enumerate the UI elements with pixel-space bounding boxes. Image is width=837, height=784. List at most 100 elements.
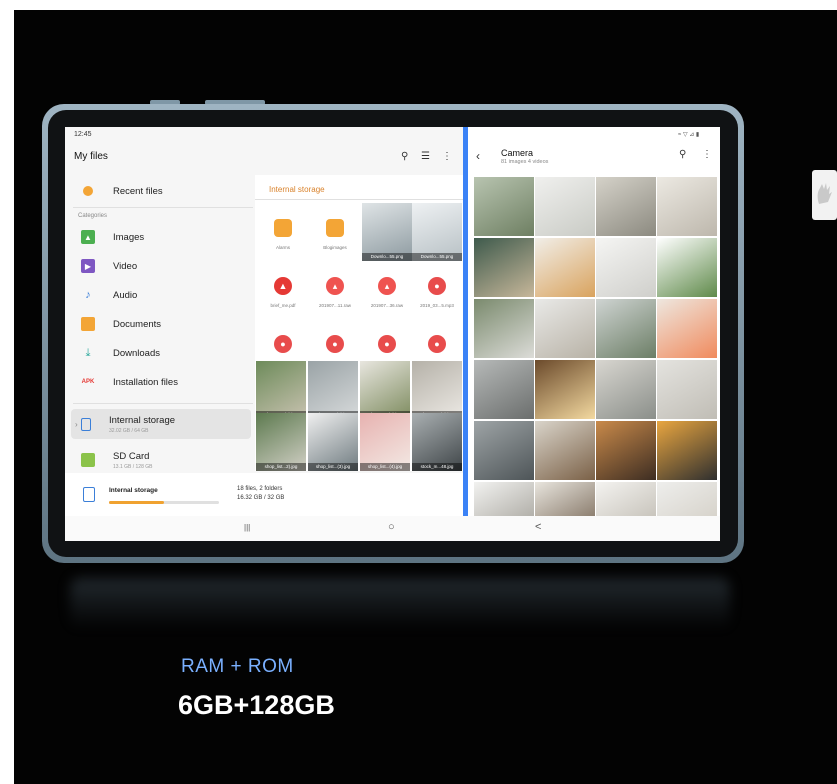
photo-grid — [474, 177, 720, 541]
photo-thumbnail[interactable] — [535, 299, 595, 358]
nav-sd-card[interactable]: SD Card 13.1 GB / 128 GB — [71, 445, 251, 475]
nav-audio[interactable]: ♪ Audio — [71, 284, 251, 306]
chevron-right-icon: › — [75, 419, 78, 429]
photo-thumbnail[interactable] — [596, 421, 656, 480]
folder-icon — [274, 219, 292, 237]
spec-label: RAM + ROM — [181, 656, 294, 677]
more-options-icon[interactable]: ⋮ — [702, 149, 712, 160]
folder-item[interactable]: Alarms — [258, 203, 308, 261]
sd-card-icon — [81, 453, 95, 467]
photo-thumbnail[interactable] — [535, 238, 595, 297]
more-options-icon[interactable]: ⋮ — [442, 151, 452, 162]
nav-recent-files[interactable]: Recent files — [71, 180, 251, 202]
image-item[interactable]: shop_list...(4).jpg — [360, 413, 410, 471]
photo-thumbnail[interactable] — [535, 177, 595, 236]
image-item[interactable]: photo_2...(3).jpg — [360, 361, 410, 419]
apk-icon: APK — [81, 379, 95, 385]
music-note-icon: ♪ — [85, 289, 91, 301]
phone-storage-icon — [81, 417, 91, 431]
image-item[interactable]: photo_0...(9).jpg — [308, 361, 358, 419]
photo-thumbnail[interactable] — [474, 360, 534, 419]
album-title: Camera — [501, 148, 534, 158]
recents-button[interactable]: ||| — [244, 523, 250, 532]
nav-documents[interactable]: Documents — [71, 313, 251, 335]
microphone-icon: ● — [428, 335, 446, 353]
photo-thumbnail[interactable] — [657, 177, 717, 236]
microphone-icon: ● — [274, 335, 292, 353]
status-icons: ≈ ▽ ⊿ ▮ — [678, 132, 700, 138]
image-item[interactable]: stock_m...48.jpg — [412, 413, 462, 471]
internal-storage-panel: Internal storage Alarms Blogimages Downl… — [255, 175, 463, 471]
app-title: My files — [74, 151, 108, 162]
photo-thumbnail[interactable] — [657, 238, 717, 297]
album-subtitle: 81 images 4 videos — [501, 159, 549, 165]
storage-size: 16.32 GB / 32 GB — [237, 495, 285, 501]
camera-pane: ≈ ▽ ⊿ ▮ ‹ Camera 81 images 4 videos ⚲ ⋮ — [468, 127, 720, 541]
storage-file-count: 18 files, 2 folders — [237, 486, 283, 492]
photo-thumbnail[interactable] — [596, 299, 656, 358]
image-item[interactable]: Downlo...55.png — [362, 203, 412, 261]
image-item[interactable]: photo_4...(9).jpg — [412, 361, 462, 419]
storage-progress-track — [109, 501, 219, 504]
home-button[interactable]: ○ — [388, 521, 395, 533]
pdf-icon: ▲ — [274, 277, 292, 295]
clock-icon — [83, 186, 93, 196]
photo-thumbnail[interactable] — [474, 177, 534, 236]
my-files-pane: 12:45 My files ⚲ ☰ ⋮ Recent files Catego… — [65, 127, 463, 516]
search-icon[interactable]: ⚲ — [679, 149, 686, 160]
back-arrow-icon[interactable]: ‹ — [476, 149, 480, 163]
photo-thumbnail[interactable] — [657, 360, 717, 419]
folder-item[interactable]: Blogimages — [310, 203, 360, 261]
video-icon: ▶ — [81, 259, 95, 273]
photo-thumbnail[interactable] — [474, 238, 534, 297]
panel-title: Internal storage — [269, 185, 325, 194]
navigation-bar: ||| ○ < — [65, 516, 720, 541]
status-time: 12:45 — [74, 131, 92, 138]
hand-icon — [812, 170, 837, 220]
divider — [73, 403, 253, 404]
divider — [73, 207, 253, 208]
image-item[interactable]: shop_list...(3).jpg — [308, 413, 358, 471]
photo-thumbnail[interactable] — [535, 421, 595, 480]
tablet-screen: 12:45 My files ⚲ ☰ ⋮ Recent files Catego… — [65, 127, 720, 541]
image-item[interactable]: Downlo...55.png — [412, 203, 462, 261]
list-view-icon[interactable]: ☰ — [421, 151, 430, 162]
image-icon: ▲ — [81, 230, 95, 244]
search-icon[interactable]: ⚲ — [401, 151, 408, 162]
storage-summary-bar: Internal storage 18 files, 2 folders 16.… — [65, 473, 463, 516]
storage-progress-fill — [109, 501, 164, 504]
raw-image-icon: ▴ — [378, 277, 396, 295]
nav-downloads[interactable]: ⤓ Downloads — [71, 342, 251, 364]
nav-images[interactable]: ▲ Images — [71, 226, 251, 248]
file-item[interactable]: ▴ 201907...36.raw — [362, 261, 412, 319]
download-icon: ⤓ — [85, 346, 91, 359]
image-item[interactable]: photo_0...(3).jpg — [256, 361, 306, 419]
photo-thumbnail[interactable] — [474, 421, 534, 480]
nav-internal-storage[interactable]: › Internal storage 32.02 GB / 64 GB — [71, 409, 251, 439]
nav-installation-files[interactable]: APK Installation files — [71, 371, 251, 393]
file-item[interactable]: ● 2019_03...5.mp3 — [412, 261, 462, 319]
microphone-icon: ● — [378, 335, 396, 353]
spec-value: 6GB+128GB — [178, 690, 335, 720]
categories-label: Categories — [78, 213, 108, 219]
file-item[interactable]: ▴ 201907...11.raw — [310, 261, 360, 319]
raw-image-icon: ▴ — [326, 277, 344, 295]
photo-thumbnail[interactable] — [657, 421, 717, 480]
photo-thumbnail[interactable] — [474, 299, 534, 358]
phone-storage-icon — [83, 487, 95, 502]
photo-thumbnail[interactable] — [657, 299, 717, 358]
image-item[interactable]: shop_list...2).jpg — [256, 413, 306, 471]
document-icon — [81, 317, 95, 331]
tablet-reflection — [70, 578, 730, 630]
microphone-icon: ● — [428, 277, 446, 295]
nav-video[interactable]: ▶ Video — [71, 255, 251, 277]
photo-thumbnail[interactable] — [535, 360, 595, 419]
back-button[interactable]: < — [535, 521, 541, 533]
photo-thumbnail[interactable] — [596, 238, 656, 297]
photo-thumbnail[interactable] — [596, 360, 656, 419]
photo-thumbnail[interactable] — [596, 177, 656, 236]
folder-icon — [326, 219, 344, 237]
file-item[interactable]: ▲ brief_me.pdf — [258, 261, 308, 319]
storage-name: Internal storage — [109, 487, 158, 494]
microphone-icon: ● — [326, 335, 344, 353]
